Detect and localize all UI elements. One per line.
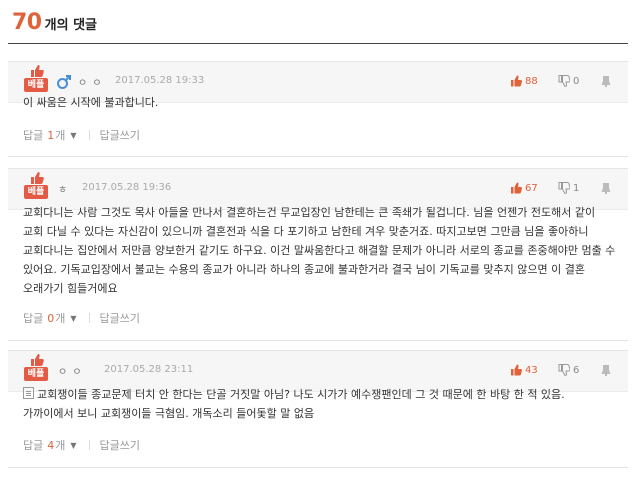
- like-button[interactable]: 88: [510, 75, 538, 87]
- comment-date: 2017.05.28 19:33: [115, 75, 205, 86]
- caret-down-icon[interactable]: ▼: [70, 441, 76, 450]
- write-reply-button[interactable]: 답글쓰기: [100, 310, 140, 326]
- comment-text-wrap: 교회쟁이들 종교문제 터치 안 한다는 단골 거짓말 아님? 나도 시가가 예수…: [23, 385, 618, 423]
- comment-text: 교회쟁이들 종교문제 터치 안 한다는 단골 거짓말 아님? 나도 시가가 예수…: [23, 388, 565, 420]
- dislike-button[interactable]: 6: [558, 364, 579, 376]
- write-reply-button[interactable]: 답글쓰기: [100, 127, 140, 143]
- comment-date: 2017.05.28 23:11: [104, 364, 194, 375]
- report-icon[interactable]: [600, 182, 612, 194]
- comment-count-label: 개의 댓글: [44, 18, 97, 33]
- dislike-count: 6: [573, 364, 580, 376]
- best-badge: 베플: [24, 185, 48, 199]
- comment-text: 이 싸움은 시작에 불과합니다.: [23, 96, 159, 109]
- comment-actions: 답글 1 개 ▼ 답글쓰기: [23, 127, 140, 143]
- comment-count: 70: [12, 10, 42, 35]
- action-divider: [88, 130, 90, 140]
- like-button[interactable]: 67: [510, 182, 538, 194]
- dislike-button[interactable]: 0: [558, 75, 579, 87]
- comment-date: 2017.05.28 19:36: [82, 182, 172, 193]
- thumbs-up-icon: [31, 172, 44, 184]
- comment-separator: [8, 340, 628, 341]
- report-icon[interactable]: [600, 364, 612, 376]
- reply-count-suffix[interactable]: 개: [55, 127, 65, 143]
- comment-separator: [8, 467, 628, 468]
- reply-count[interactable]: 1: [47, 129, 54, 142]
- like-icon: [511, 75, 522, 87]
- thumbs-up-icon: [31, 354, 44, 366]
- thumbs-up-icon: [31, 65, 44, 77]
- comment-nickname[interactable]: ㅎ: [58, 181, 68, 196]
- best-badge: 베플: [24, 78, 48, 92]
- comment-actions: 답글 4 개 ▼ 답글쓰기: [23, 437, 140, 453]
- comment-separator: [8, 156, 628, 157]
- comment-nickname[interactable]: ㅇ ㅇ: [78, 74, 103, 89]
- comment-actions: 답글 0 개 ▼ 답글쓰기: [23, 310, 140, 326]
- document-icon: [23, 387, 34, 399]
- like-icon: [511, 182, 522, 194]
- best-badge: 베플: [24, 367, 48, 381]
- comment-nickname[interactable]: ㅇ ㅇ: [58, 363, 83, 378]
- reply-count[interactable]: 0: [47, 312, 54, 325]
- reply-toggle-label[interactable]: 답글: [23, 437, 43, 453]
- like-button[interactable]: 43: [510, 364, 538, 376]
- write-reply-button[interactable]: 답글쓰기: [100, 437, 140, 453]
- like-icon: [511, 364, 522, 376]
- reply-count-suffix[interactable]: 개: [55, 437, 65, 453]
- action-divider: [88, 313, 90, 323]
- reply-count-suffix[interactable]: 개: [55, 310, 65, 326]
- like-count: 67: [525, 182, 538, 194]
- dislike-count: 0: [573, 75, 580, 87]
- caret-down-icon[interactable]: ▼: [70, 314, 76, 323]
- action-divider: [88, 440, 90, 450]
- dislike-icon: [558, 182, 570, 194]
- reply-toggle-label[interactable]: 답글: [23, 127, 43, 143]
- male-icon: [57, 75, 71, 89]
- reply-toggle-label[interactable]: 답글: [23, 310, 43, 326]
- like-count: 88: [525, 75, 538, 87]
- dislike-icon: [558, 75, 570, 87]
- like-count: 43: [525, 364, 538, 376]
- comments-header: 70 개의 댓글: [12, 10, 97, 35]
- header-divider: [8, 43, 628, 44]
- dislike-button[interactable]: 1: [558, 182, 579, 194]
- comment-text: 교회다니는 사람 그것도 목사 아들을 만나서 결혼하는건 무교입장인 남한테는…: [23, 206, 616, 295]
- caret-down-icon[interactable]: ▼: [70, 131, 76, 140]
- reply-count[interactable]: 4: [47, 439, 54, 452]
- report-icon[interactable]: [600, 75, 612, 87]
- dislike-icon: [558, 364, 570, 376]
- dislike-count: 1: [573, 182, 580, 194]
